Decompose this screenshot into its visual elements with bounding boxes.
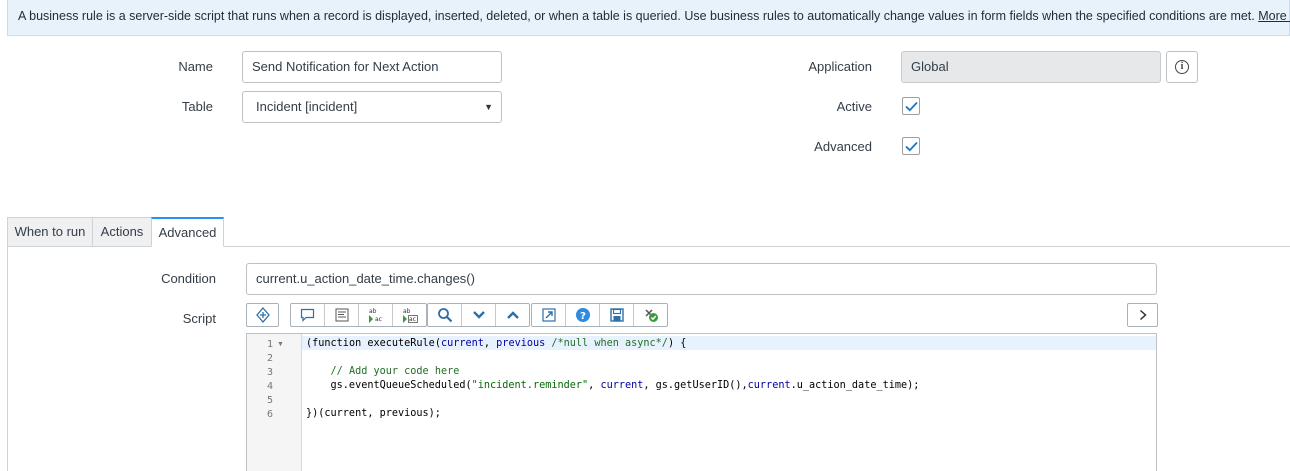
application-info-button[interactable]: i [1166, 51, 1198, 83]
application-field: Global [901, 51, 1161, 83]
toggle-syntax-button[interactable] [246, 303, 279, 327]
table-select[interactable]: Incident [incident] ▼ [242, 91, 502, 123]
code-line-3: // Add your code here [330, 366, 460, 377]
script-debugger-button[interactable] [634, 304, 667, 326]
toggle-syntax-icon [255, 307, 270, 323]
format-code-button[interactable] [325, 304, 359, 326]
script-debugger-icon [644, 309, 658, 322]
line-number: 2 [266, 353, 273, 364]
editor-toolbar-misc-group: ? [531, 303, 668, 327]
code-line-4: gs.eventQueueScheduled("incident.reminde… [306, 380, 920, 391]
svg-text:ab: ab [403, 308, 411, 315]
search-button[interactable] [428, 304, 462, 326]
svg-text:?: ? [580, 311, 586, 322]
more-info-link[interactable]: More Info [1258, 9, 1290, 23]
search-icon [437, 308, 452, 323]
line-number: 6 [266, 409, 273, 420]
chevron-right-icon [1139, 309, 1147, 321]
save-icon [609, 308, 624, 322]
comment-button[interactable] [291, 304, 325, 326]
replace-icon: abac [368, 308, 382, 323]
application-label: Application [808, 59, 872, 74]
replace-button[interactable]: ab ac [359, 304, 393, 326]
condition-label: Condition [161, 271, 216, 286]
format-code-icon [335, 308, 348, 322]
code-line-6: })(current, previous); [306, 408, 441, 419]
active-checkbox[interactable] [902, 97, 920, 115]
condition-input[interactable]: current.u_action_date_time.changes() [246, 263, 1157, 295]
script-label: Script [182, 311, 216, 326]
chevron-up-icon [506, 311, 519, 319]
table-select-value: Incident [incident] [256, 99, 358, 114]
tab-when-to-run[interactable]: When to run [7, 217, 93, 247]
line-number: 1 [266, 339, 273, 350]
help-button[interactable]: ? [566, 304, 600, 326]
editor-gutter: 1 ▼ 2 3 4 5 6 [247, 334, 302, 471]
help-icon: ? [575, 308, 590, 322]
name-label: Name [178, 59, 213, 74]
code-line-1: (function executeRule(current, previous … [306, 338, 687, 349]
line-number: 5 [266, 395, 273, 406]
replace-all-button[interactable]: ab ac [393, 304, 426, 326]
svg-text:ab: ab [369, 308, 377, 315]
chevron-down-icon [472, 311, 485, 319]
comment-icon [300, 308, 315, 322]
info-banner-text: A business rule is a server-side script … [18, 9, 1290, 23]
editor-toolbar-search-group [427, 303, 530, 327]
svg-text:ac: ac [409, 316, 416, 323]
banner-message: A business rule is a server-side script … [18, 9, 1255, 23]
editor-toolbar-edit-group: ab ac ab ac [290, 303, 427, 327]
line-number: 4 [266, 381, 273, 392]
chevron-down-icon: ▼ [484, 102, 493, 112]
save-button[interactable] [600, 304, 634, 326]
svg-text:ac: ac [375, 316, 382, 323]
tab-advanced[interactable]: Advanced [151, 217, 224, 247]
advanced-checkbox[interactable] [902, 137, 920, 155]
active-label: Active [836, 99, 872, 114]
line-number: 3 [266, 367, 273, 378]
search-previous-button[interactable] [496, 304, 529, 326]
checkmark-icon [904, 101, 918, 111]
advanced-label: Advanced [814, 139, 872, 154]
tab-actions[interactable]: Actions [92, 217, 152, 247]
checkmark-icon [904, 141, 918, 151]
search-next-button[interactable] [462, 304, 496, 326]
table-label: Table [181, 99, 213, 114]
fold-icon[interactable]: ▼ [277, 341, 284, 348]
name-input[interactable]: Send Notification for Next Action [242, 51, 502, 83]
replace-all-icon: abac [402, 308, 418, 323]
open-script-button[interactable] [532, 304, 566, 326]
script-editor[interactable]: 1 ▼ 2 3 4 5 6 (function executeRule(curr… [246, 333, 1157, 471]
info-icon: i [1175, 60, 1189, 74]
expand-editor-button[interactable] [1127, 303, 1158, 327]
open-external-icon [541, 308, 556, 322]
